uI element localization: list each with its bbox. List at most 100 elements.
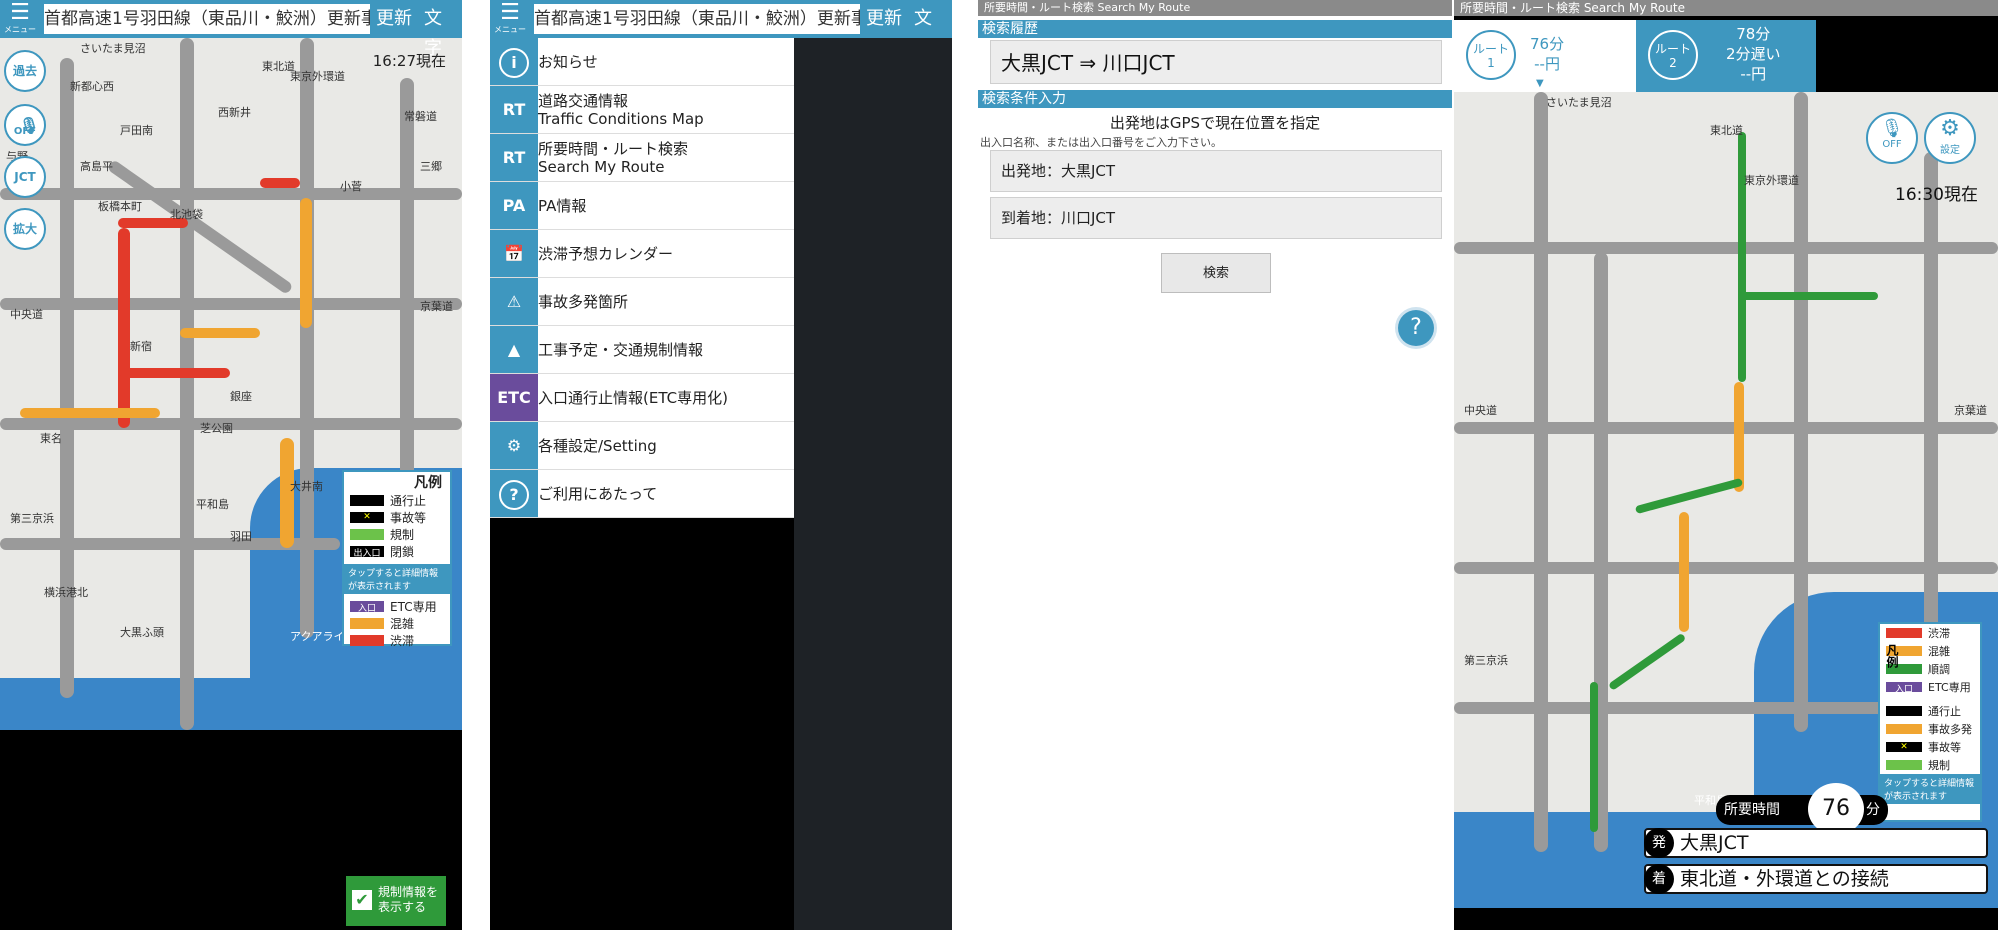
menu-button[interactable]: ☰ メニュー xyxy=(0,0,40,38)
destination-row[interactable]: 着 東北道・外環道との接続 xyxy=(1644,864,1988,894)
search-button[interactable]: 検索 xyxy=(1161,253,1271,293)
legend-note: タップすると詳細情報が表示されます xyxy=(1880,774,1980,804)
info-icon: i xyxy=(490,38,538,85)
legend-congestion: 混雑 xyxy=(344,615,450,632)
menu-item-construction[interactable]: ▲ 工事予定・交通規制情報 xyxy=(490,326,794,374)
text-mode-button[interactable]: 文字 xyxy=(420,4,462,59)
show-regulation-toggle[interactable]: ✔ 規制情報を表示する xyxy=(346,876,446,926)
map-label: 高島平 xyxy=(80,160,113,173)
news-ticker[interactable]: 首都高速1号羽田線（東品川・鮫洲）更新事業における更新下り線切替 xyxy=(44,4,370,34)
origin-field[interactable]: 出発地：大黒JCT xyxy=(990,150,1442,192)
past-button[interactable]: 過去 xyxy=(4,50,46,92)
accident-icon: ⚠ xyxy=(490,278,538,325)
current-time: 16:27現在 xyxy=(372,52,446,70)
map-label: 新都心西 xyxy=(70,80,114,93)
map-label: さいたま見沼 xyxy=(80,42,146,55)
side-menu: i お知らせ RT 道路交通情報 Traffic Conditions Map R… xyxy=(490,38,794,518)
screen-header: 所要時間・ルート検索 Search My Route xyxy=(978,0,1452,16)
menu-item-accidents[interactable]: ⚠ 事故多発箇所 xyxy=(490,278,794,326)
etc-icon: ETC xyxy=(490,374,538,421)
route-result-screen: 所要時間・ルート検索 Search My Route ルート 1 76分 --円 … xyxy=(1454,0,1998,930)
map-label: 銀座 xyxy=(230,390,252,403)
gear-icon: ⚙ xyxy=(1940,116,1960,141)
map-label: 京葉道 xyxy=(1954,404,1987,417)
update-button[interactable]: 更新 xyxy=(862,4,906,34)
map-label: 京葉道 xyxy=(420,300,453,313)
parking-area-icon: PA xyxy=(490,182,538,229)
menu-item-terms[interactable]: ? ご利用にあたって xyxy=(490,470,794,518)
map-label: 西新井 xyxy=(218,106,251,119)
map-label: 新宿 xyxy=(130,340,152,353)
map-label: 常磐道 xyxy=(404,110,437,123)
map-label: 小菅 xyxy=(340,180,362,193)
map-label: 大黒ふ頭 xyxy=(120,626,164,639)
menu-button[interactable]: ☰ メニュー xyxy=(490,0,530,38)
legend-note: タップすると詳細情報が表示されます xyxy=(344,564,450,594)
microphone-icon: 🎙 xyxy=(1880,118,1904,139)
route-1-badge: ルート 1 xyxy=(1466,30,1516,80)
map-label: 東京外環道 xyxy=(290,70,345,83)
map-label: 東京外環道 xyxy=(1744,174,1799,187)
route-1-tab[interactable]: ルート 1 76分 --円 ▼ xyxy=(1454,20,1636,92)
top-bar: ☰ メニュー 首都高速1号羽田線（東品川・鮫洲）更新事業における更新下り線切替 … xyxy=(0,0,462,59)
gear-icon: ⚙ xyxy=(490,422,538,469)
screen-header: 所要時間・ルート検索 Search My Route xyxy=(1454,0,1998,16)
origin-row[interactable]: 発 大黒JCT xyxy=(1644,828,1988,858)
legend-closure: 通行止 xyxy=(344,492,450,509)
chevron-down-icon: ▼ xyxy=(1536,78,1544,89)
map-label: 板橋本町 xyxy=(98,200,142,213)
map-legend[interactable]: 凡例 通行止 ✕ 事故等 規制 出入口 閉鎖 タップすると詳細情報が表示されます 入… xyxy=(342,470,452,649)
gps-note: 出発地はGPSで現在位置を指定 xyxy=(1109,114,1321,132)
menu-icon: ☰ xyxy=(500,0,520,25)
map-label: 羽田 xyxy=(230,530,252,543)
traffic-map-icon: RT xyxy=(490,86,538,133)
menu-item-route-search[interactable]: RT 所要時間・ルート検索 Search My Route xyxy=(490,134,794,182)
calendar-icon: 📅 xyxy=(490,230,538,277)
help-button[interactable]: ? xyxy=(1398,310,1434,346)
menu-item-news[interactable]: i お知らせ xyxy=(490,38,794,86)
map-label: 横浜港北 xyxy=(44,586,88,599)
route-2-tab[interactable]: ルート 2 78分 2分遅い --円 xyxy=(1636,20,1816,92)
menu-icon: ☰ xyxy=(10,0,30,25)
legend-ramp-closed: 出入口 閉鎖 xyxy=(344,543,450,560)
cone-icon: ▲ xyxy=(490,326,538,373)
menu-item-etc[interactable]: ETC 入口通行止情報(ETC専用化) xyxy=(490,374,794,422)
menu-item-traffic[interactable]: RT 道路交通情報 Traffic Conditions Map xyxy=(490,86,794,134)
legend-jam: 渋滞 xyxy=(344,632,450,649)
map-label: さいたま見沼 xyxy=(1546,96,1612,109)
menu-screen: ☰ メニュー 首都高速1号羽田線（東品川・鮫洲）更新事業における更新下り線切替の… xyxy=(490,0,952,930)
map-label: 三郷 xyxy=(420,160,442,173)
destination-field[interactable]: 到着地：川口JCT xyxy=(990,197,1442,239)
zoom-in-button[interactable]: 拡大 xyxy=(4,208,46,250)
update-button[interactable]: 更新 xyxy=(372,4,416,34)
map-label: 第三京浜 xyxy=(10,512,54,525)
history-header: 検索履歴 xyxy=(978,20,1452,38)
map-label: 中央道 xyxy=(1464,404,1497,417)
menu-item-calendar[interactable]: 📅 渋滞予想カレンダー xyxy=(490,230,794,278)
menu-item-pa[interactable]: PA PA情報 xyxy=(490,182,794,230)
route-search-icon: RT xyxy=(490,134,538,181)
map-label: 大井南 xyxy=(290,480,323,493)
voice-button[interactable]: 🎙 OFF xyxy=(4,104,46,146)
legend-etc: 入口 ETC専用 xyxy=(344,598,450,615)
map-label: 第三京浜 xyxy=(1464,654,1508,667)
legend-regulation: 規制 xyxy=(344,526,450,543)
news-ticker[interactable]: 首都高速1号羽田線（東品川・鮫洲）更新事業における更新下り線切替のお知らせ xyxy=(534,4,860,34)
jct-button[interactable]: JCT xyxy=(4,156,46,198)
map-label: 平和島 xyxy=(196,498,229,511)
input-hint: 出入口名称、または出入口番号をご入力下さい。 xyxy=(980,136,1222,149)
dimmed-map-overlay[interactable] xyxy=(794,38,952,930)
text-mode-button[interactable]: 文字 xyxy=(910,4,952,59)
history-item[interactable]: 大黒JCT ⇒ 川口JCT xyxy=(990,40,1442,84)
traffic-map-screen: さいたま見沼 東北道 新都心西 与野 戸田南 高島平 板橋本町 北池袋 西新井 … xyxy=(0,0,462,930)
menu-item-settings[interactable]: ⚙ 各種設定/Setting xyxy=(490,422,794,470)
legend-title: 凡例 xyxy=(1885,644,1899,668)
map-label: 芝公園 xyxy=(200,422,233,435)
route-2-badge: ルート 2 xyxy=(1648,30,1698,80)
help-icon: ? xyxy=(490,470,538,517)
settings-button[interactable]: ⚙ 設定 xyxy=(1924,112,1976,164)
top-bar: ☰ メニュー 首都高速1号羽田線（東品川・鮫洲）更新事業における更新下り線切替の… xyxy=(490,0,952,59)
map-label: 東名 xyxy=(40,432,62,445)
map-legend[interactable]: 渋滞 混雑 順調 入口 ETC専用 凡例 通行止 事故多発 ✕ 事故等 規制 タップ… xyxy=(1878,622,1982,822)
voice-button[interactable]: 🎙 OFF xyxy=(1866,112,1918,164)
